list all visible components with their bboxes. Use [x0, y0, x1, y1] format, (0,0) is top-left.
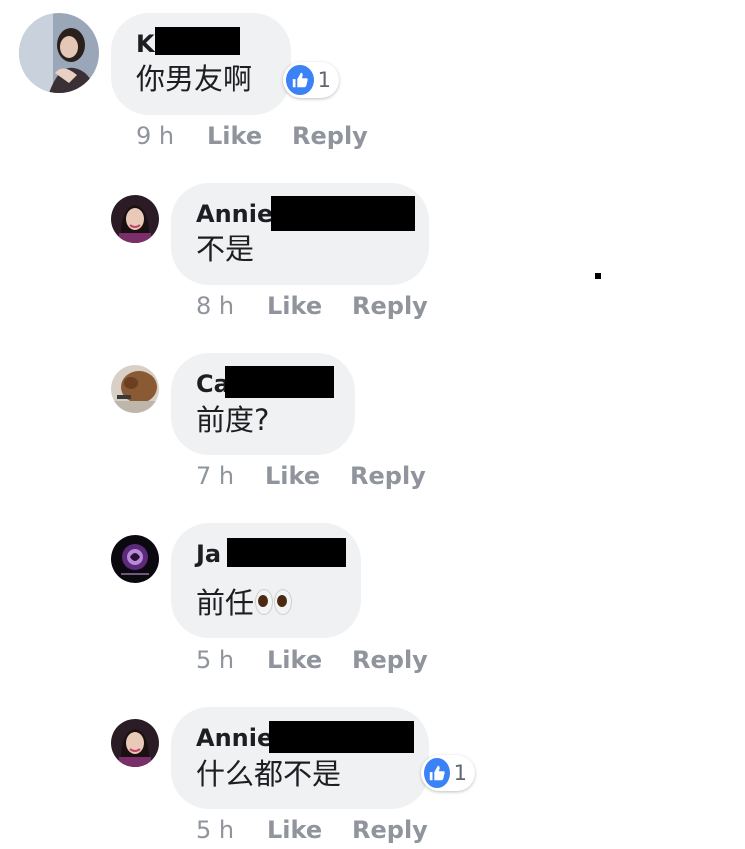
- timestamp[interactable]: 7 h: [196, 462, 234, 490]
- reply-link[interactable]: Reply: [292, 122, 368, 150]
- avatar-ca[interactable]: [111, 365, 159, 413]
- avatar-annie[interactable]: [111, 719, 159, 767]
- reaction-count: 1: [317, 68, 331, 92]
- reply-link[interactable]: Reply: [352, 292, 428, 320]
- commenter-name[interactable]: Annie: [196, 200, 273, 228]
- thumbs-up-icon: [424, 758, 450, 788]
- timestamp[interactable]: 5 h: [196, 646, 234, 674]
- like-link[interactable]: Like: [265, 462, 320, 490]
- avatar-ja[interactable]: [111, 535, 159, 583]
- commenter-name[interactable]: K: [136, 30, 155, 58]
- eyes-emoji: [254, 586, 293, 620]
- reply-link[interactable]: Reply: [352, 646, 428, 674]
- comment-text: 你男友啊: [136, 62, 253, 96]
- profile-photo-icon: [111, 365, 159, 413]
- timestamp[interactable]: 8 h: [196, 292, 234, 320]
- reaction-badge[interactable]: 1: [283, 62, 339, 98]
- comment-text-row: 前任: [196, 586, 293, 620]
- commenter-name[interactable]: Ja: [196, 540, 221, 568]
- like-link[interactable]: Like: [267, 646, 322, 674]
- redaction-bar: [155, 27, 240, 55]
- like-link[interactable]: Like: [267, 816, 322, 844]
- reaction-badge[interactable]: 1: [421, 755, 475, 791]
- profile-photo-icon: [19, 13, 99, 93]
- commenter-name[interactable]: Annie: [196, 724, 273, 752]
- comment-text: 前任: [196, 586, 255, 620]
- avatar-k[interactable]: [19, 13, 99, 93]
- timestamp[interactable]: 9 h: [136, 122, 174, 150]
- comment-text: 什么都不是: [196, 757, 342, 791]
- comment-text: 前度?: [196, 403, 270, 437]
- eye-icon: [274, 589, 293, 615]
- avatar-annie[interactable]: [111, 195, 159, 243]
- reply-link[interactable]: Reply: [352, 816, 428, 844]
- reaction-count: 1: [453, 761, 467, 785]
- comment-text: 不是: [196, 232, 255, 266]
- redaction-bar: [269, 721, 414, 753]
- profile-photo-icon: [111, 719, 159, 767]
- reply-link[interactable]: Reply: [350, 462, 426, 490]
- timestamp[interactable]: 5 h: [196, 816, 234, 844]
- profile-photo-icon: [111, 195, 159, 243]
- redaction-bar: [225, 366, 334, 398]
- profile-photo-icon: [111, 535, 159, 583]
- redaction-bar: [271, 196, 415, 231]
- stray-dot: [595, 273, 601, 279]
- eye-icon: [255, 589, 274, 615]
- like-link[interactable]: Like: [267, 292, 322, 320]
- thumbs-up-icon: [286, 65, 314, 95]
- redaction-bar: [227, 538, 346, 567]
- like-link[interactable]: Like: [207, 122, 262, 150]
